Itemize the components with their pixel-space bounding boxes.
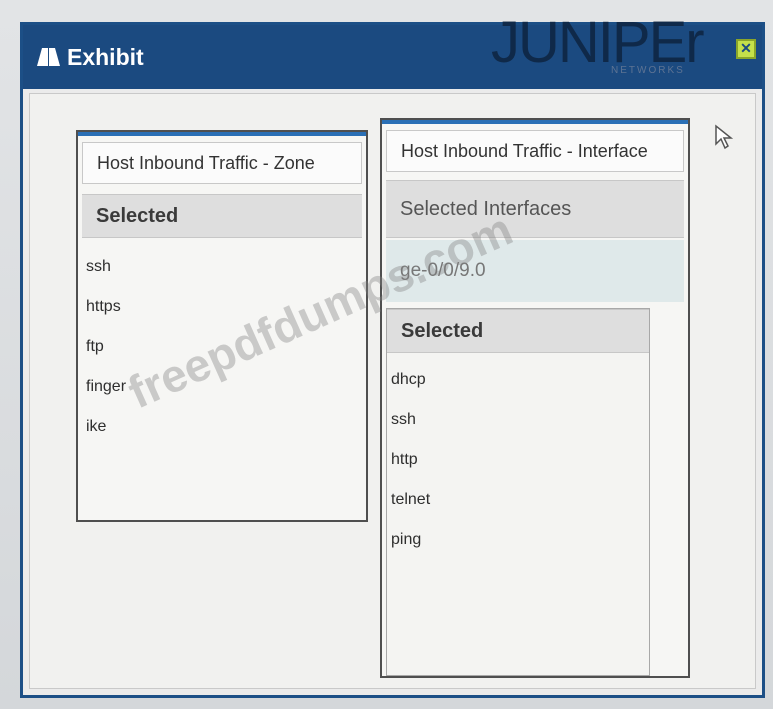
zone-panel-header: Host Inbound Traffic - Zone [82, 142, 362, 184]
exhibit-content: Host Inbound Traffic - Zone Selected ssh… [29, 93, 756, 689]
interface-list-item[interactable]: http [391, 451, 418, 469]
interface-services-header: Selected [387, 309, 649, 353]
exhibit-window: Exhibit JUNIPEr NETWORKS ✕ Host Inbound … [20, 10, 765, 698]
interface-list-item[interactable]: dhcp [391, 371, 426, 389]
zone-list-item[interactable]: ftp [86, 338, 104, 356]
zone-list-item[interactable]: ike [86, 418, 106, 436]
zone-list-item[interactable]: https [86, 298, 121, 316]
zone-section-header: Selected [82, 194, 362, 238]
interface-panel: Host Inbound Traffic - Interface Selecte… [380, 118, 690, 678]
brand-subtext: NETWORKS [611, 65, 685, 76]
zone-list-item[interactable]: finger [86, 378, 126, 396]
zone-panel: Host Inbound Traffic - Zone Selected ssh… [76, 130, 368, 522]
interface-list-item[interactable]: ping [391, 531, 421, 549]
interface-list-item[interactable]: telnet [391, 491, 430, 509]
title-bar: Exhibit JUNIPEr NETWORKS ✕ [23, 10, 762, 89]
interface-panel-header: Host Inbound Traffic - Interface [386, 130, 684, 172]
interface-services-panel: Selected dhcp ssh http telnet ping [386, 308, 650, 676]
zone-list-item[interactable]: ssh [86, 258, 111, 276]
interface-row[interactable]: ge-0/0/9.0 [386, 240, 684, 302]
window-title: Exhibit [67, 43, 144, 70]
mouse-pointer-icon [715, 124, 734, 150]
panel-accent-line [382, 120, 688, 124]
close-button[interactable]: ✕ [736, 39, 756, 59]
close-icon: ✕ [740, 40, 752, 56]
panel-accent-line [78, 132, 366, 136]
interface-list-item[interactable]: ssh [391, 411, 416, 429]
interfaces-section-header: Selected Interfaces [386, 180, 684, 238]
exhibit-book-icon [37, 48, 60, 66]
